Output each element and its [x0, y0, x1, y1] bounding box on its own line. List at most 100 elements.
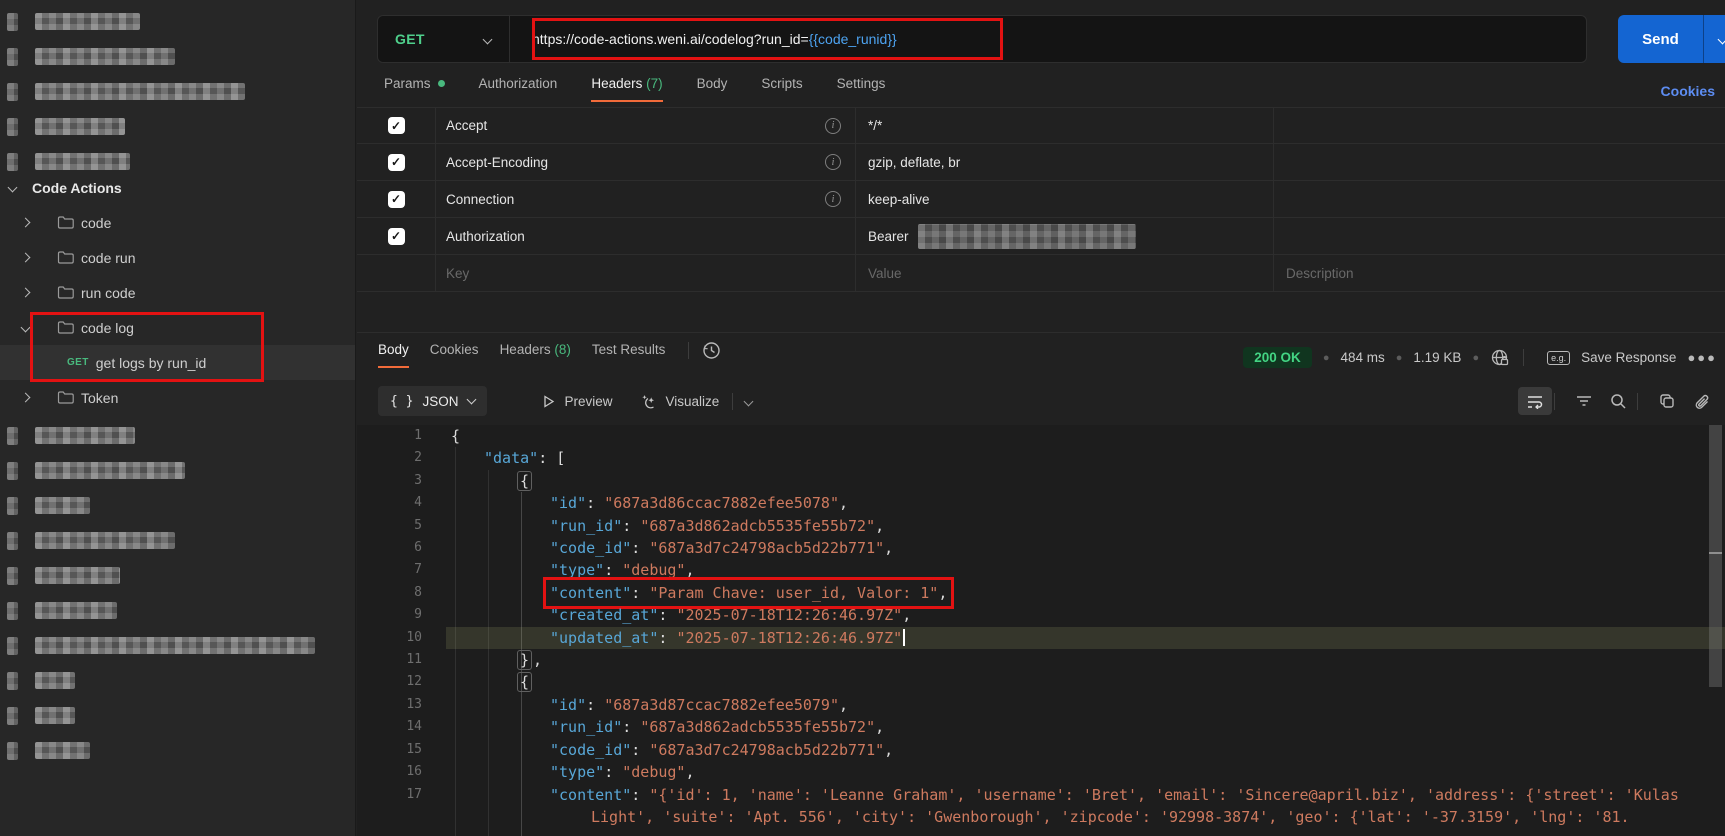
chevron-down-icon[interactable]	[744, 396, 754, 406]
description-placeholder-cell[interactable]: Description	[1274, 255, 1725, 291]
line-content: "content": "Param Chave: user_id, Valor:…	[451, 582, 1700, 604]
sidebar-item-redacted[interactable]	[0, 4, 355, 39]
visualize-button[interactable]: Visualize	[640, 393, 720, 410]
link-icon[interactable]	[1684, 387, 1718, 415]
checkbox-checked[interactable]: ✓	[388, 154, 405, 171]
folder-row-code-run[interactable]: code run	[0, 240, 355, 275]
value-placeholder-cell[interactable]: Value	[856, 255, 1274, 291]
request-row-get-logs-by-run_id[interactable]: GETget logs by run_id	[0, 345, 355, 380]
json-key: "id"	[550, 494, 586, 512]
header-key-cell[interactable]: Accept-Encodingi	[436, 144, 856, 180]
send-label: Send	[1642, 31, 1679, 48]
header-description-cell[interactable]	[1274, 218, 1725, 254]
json-string: "687a3d862adcb5535fe55b72"	[640, 517, 875, 535]
response-tab-headers[interactable]: Headers (8)	[500, 342, 571, 366]
response-viewer-toolbar: { } JSON Preview Visualize	[378, 385, 1725, 417]
sidebar-item-redacted[interactable]	[0, 698, 355, 733]
cookies-link[interactable]: Cookies	[1661, 83, 1715, 99]
url-input[interactable]: https://code-actions.weni.ai/codelog?run…	[509, 16, 897, 62]
header-description-cell[interactable]	[1274, 181, 1725, 217]
header-key-cell[interactable]: Authorization	[436, 218, 856, 254]
response-size[interactable]: 1.19 KB	[1413, 350, 1461, 365]
sidebar-item-redacted[interactable]	[0, 523, 355, 558]
folder-row-run-code[interactable]: run code	[0, 275, 355, 310]
divider	[1637, 393, 1638, 410]
preview-button[interactable]: Preview	[541, 394, 613, 409]
history-clock-icon[interactable]	[701, 340, 722, 361]
header-key-cell[interactable]: Accepti	[436, 108, 856, 143]
header-description-cell[interactable]	[1274, 144, 1725, 180]
send-button[interactable]: Send	[1618, 15, 1725, 63]
sidebar-item-redacted[interactable]	[0, 733, 355, 768]
more-actions-icon[interactable]: ●●●	[1687, 350, 1717, 365]
scrollbar-thumb[interactable]	[1709, 425, 1722, 687]
info-icon[interactable]: i	[825, 154, 841, 170]
collection-row-code-actions[interactable]: Code Actions	[0, 170, 355, 205]
json-punctuation: :	[658, 606, 676, 624]
json-punctuation: ,	[533, 651, 542, 669]
wrap-text-button[interactable]	[1518, 387, 1552, 415]
folder-row-code-log[interactable]: code log	[0, 310, 355, 345]
line-number: 8	[357, 582, 422, 604]
tab-settings[interactable]: Settings	[837, 76, 886, 100]
tab-params[interactable]: Params	[384, 76, 445, 100]
tab-headers[interactable]: Headers (7)	[591, 76, 662, 102]
sidebar-item-redacted[interactable]	[0, 39, 355, 74]
header-value-cell[interactable]: Bearer	[856, 218, 1274, 254]
sidebar-item-redacted[interactable]	[0, 663, 355, 698]
header-key-cell[interactable]: Connectioni	[436, 181, 856, 217]
response-tab-body[interactable]: Body	[378, 342, 409, 368]
info-icon[interactable]: i	[825, 118, 841, 134]
line-number: 4	[357, 492, 422, 514]
format-select[interactable]: { } JSON	[378, 386, 487, 416]
header-description-cell[interactable]	[1274, 108, 1725, 143]
checkbox-checked[interactable]: ✓	[388, 117, 405, 134]
sidebar-item-redacted[interactable]	[0, 593, 355, 628]
line-content: "code_id": "687a3d7c24798acb5d22b771",	[451, 537, 1700, 559]
chevron-down-icon	[8, 183, 18, 193]
response-tab-cookies[interactable]: Cookies	[430, 342, 479, 366]
separator-dot: ●	[1323, 352, 1330, 364]
copy-icon[interactable]	[1650, 387, 1684, 415]
redacted-collection-icon	[7, 742, 18, 760]
filter-icon[interactable]	[1567, 387, 1601, 415]
chevron-down-icon	[21, 323, 31, 333]
checkbox-checked[interactable]: ✓	[388, 228, 405, 245]
method-selector[interactable]: GET	[378, 31, 509, 47]
sidebar-item-redacted[interactable]	[0, 488, 355, 523]
response-body-editor[interactable]: 1{2"data": [3{4"id": "687a3d86ccac7882ef…	[357, 425, 1725, 836]
unsaved-dot	[438, 80, 445, 87]
redacted-collection-icon	[7, 637, 18, 655]
save-response-button[interactable]: Save Response	[1581, 350, 1676, 365]
separator-dot: ●	[1396, 352, 1403, 364]
key-placeholder-cell[interactable]: Key	[436, 255, 856, 291]
folder-row-code[interactable]: code	[0, 205, 355, 240]
network-globe-icon[interactable]	[1490, 348, 1510, 368]
response-tab-test-results[interactable]: Test Results	[592, 342, 666, 366]
folder-row-Token[interactable]: Token	[0, 380, 355, 415]
sidebar-item-redacted[interactable]	[0, 74, 355, 109]
tab-scripts[interactable]: Scripts	[761, 76, 802, 100]
sidebar-item-redacted[interactable]	[0, 418, 355, 453]
sidebar-item-redacted[interactable]	[0, 453, 355, 488]
header-value-cell[interactable]: gzip, deflate, br	[856, 144, 1274, 180]
url-bar: GET https://code-actions.weni.ai/codelog…	[377, 15, 1725, 63]
response-time[interactable]: 484 ms	[1340, 350, 1384, 365]
json-punctuation: :	[658, 629, 676, 647]
line-content: "id": "687a3d87ccac7882efee5079",	[451, 694, 1700, 716]
sidebar-item-redacted[interactable]	[0, 109, 355, 144]
status-badge[interactable]: 200 OK	[1243, 347, 1312, 368]
header-value-cell[interactable]: */*	[856, 108, 1274, 143]
request-url-field[interactable]: GET https://code-actions.weni.ai/codelog…	[377, 15, 1587, 63]
header-value-cell[interactable]: keep-alive	[856, 181, 1274, 217]
sidebar-item-redacted[interactable]	[0, 558, 355, 593]
info-icon[interactable]: i	[825, 191, 841, 207]
header-value: keep-alive	[868, 192, 930, 207]
search-icon[interactable]	[1601, 387, 1635, 415]
sidebar-item-redacted[interactable]	[0, 628, 355, 663]
checkbox-checked[interactable]: ✓	[388, 191, 405, 208]
tab-authorization[interactable]: Authorization	[479, 76, 558, 100]
tab-body[interactable]: Body	[697, 76, 728, 100]
send-options-arrow[interactable]	[1704, 15, 1725, 63]
header-row-checkbox-cell: ✓	[357, 108, 436, 143]
